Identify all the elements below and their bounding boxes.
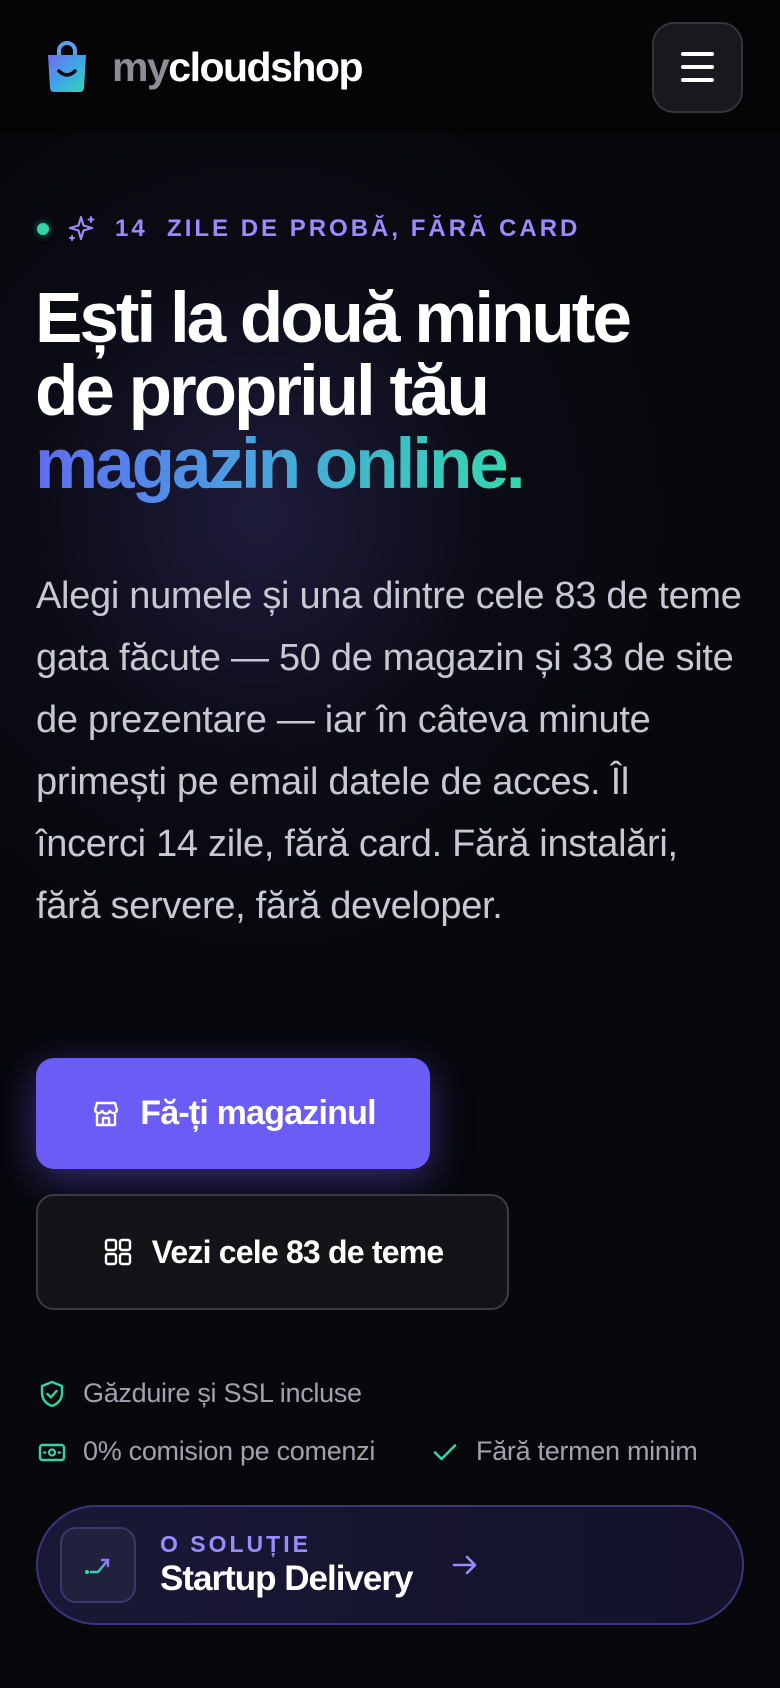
view-themes-button[interactable]: Vezi cele 83 de teme bbox=[36, 1194, 509, 1310]
create-shop-button-label: Fă-ți magazinul bbox=[140, 1094, 376, 1132]
sparkles-icon bbox=[68, 215, 95, 241]
solution-title: Startup Delivery bbox=[160, 1559, 413, 1598]
headline-line-1: Ești la două minute bbox=[35, 279, 632, 358]
create-shop-button[interactable]: Fă-ți magazinul bbox=[36, 1058, 430, 1169]
solution-card-link[interactable]: O SOLUȚIE Startup Delivery bbox=[36, 1505, 744, 1625]
feature-commission: 0% comision pe comenzi bbox=[37, 1436, 375, 1467]
hamburger-menu-icon-bar bbox=[681, 65, 714, 69]
trial-badge: 14 ZILE DE PROBĂ, FĂRĂ CARD bbox=[37, 214, 580, 244]
arrow-right-icon bbox=[453, 1555, 477, 1575]
hamburger-menu-icon bbox=[681, 52, 714, 56]
shopping-bag-smile-icon bbox=[48, 41, 86, 92]
solution-icon-box bbox=[60, 1527, 136, 1603]
brand-name-rest: cloudshop bbox=[168, 43, 363, 90]
solution-text: O SOLUȚIE Startup Delivery bbox=[160, 1530, 413, 1600]
hero-description: Alegi numele și una dintre cele 83 de te… bbox=[36, 575, 742, 927]
feature-no-min-term-label: Fără termen minim bbox=[476, 1436, 698, 1466]
site-header: mycloudshop bbox=[0, 0, 780, 134]
headline-line-3: magazin online. bbox=[35, 428, 755, 501]
brand-name: mycloudshop bbox=[112, 43, 364, 90]
headline-accent: magazin online bbox=[35, 425, 509, 504]
feature-hosting-ssl: Găzduire și SSL incluse bbox=[37, 1378, 362, 1409]
headline-dot: . bbox=[505, 425, 526, 504]
storefront-icon bbox=[94, 1101, 119, 1126]
view-themes-button-label: Vezi cele 83 de teme bbox=[151, 1233, 445, 1270]
headline-line-2: de propriul tău bbox=[35, 352, 490, 431]
brand-name-my: my bbox=[112, 43, 170, 90]
menu-button[interactable] bbox=[652, 21, 743, 113]
hero-headline: Ești la două minute de propriul tău maga… bbox=[35, 282, 755, 501]
grid-icon bbox=[104, 1238, 131, 1266]
badge-text: 14 ZILE DE PROBĂ, FĂRĂ CARD bbox=[115, 215, 581, 242]
brand-logo-link[interactable]: mycloudshop bbox=[44, 41, 364, 93]
trend-arrow-icon bbox=[85, 1558, 110, 1574]
solution-kicker: O SOLUȚIE bbox=[160, 1531, 311, 1557]
check-icon bbox=[433, 1443, 457, 1460]
hamburger-menu-icon-bar bbox=[681, 78, 714, 82]
banknote-icon bbox=[38, 1443, 66, 1461]
feature-no-min-term: Fără termen minim bbox=[430, 1436, 698, 1467]
status-dot bbox=[37, 223, 49, 235]
feature-hosting-ssl-label: Găzduire și SSL incluse bbox=[83, 1378, 362, 1408]
shield-check-icon bbox=[40, 1380, 64, 1407]
feature-commission-label: 0% comision pe comenzi bbox=[83, 1436, 376, 1466]
